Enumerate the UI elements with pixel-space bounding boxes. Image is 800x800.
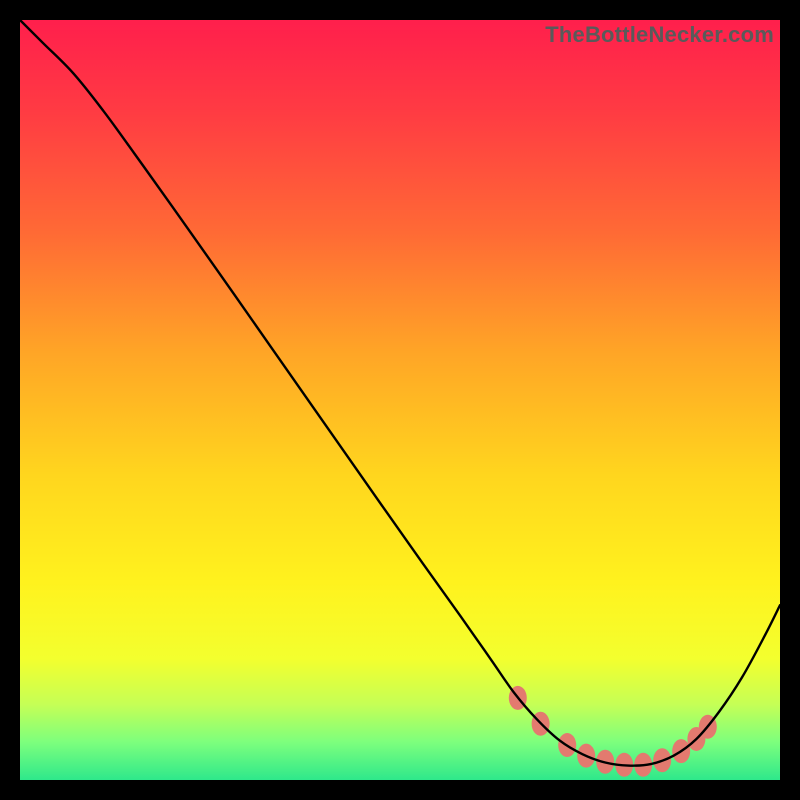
- chart-frame: TheBottleNecker.com: [20, 20, 780, 780]
- chart-svg: [20, 20, 780, 780]
- watermark-text: TheBottleNecker.com: [545, 22, 774, 48]
- plot-area: TheBottleNecker.com: [20, 20, 780, 780]
- chart-background: [20, 20, 780, 780]
